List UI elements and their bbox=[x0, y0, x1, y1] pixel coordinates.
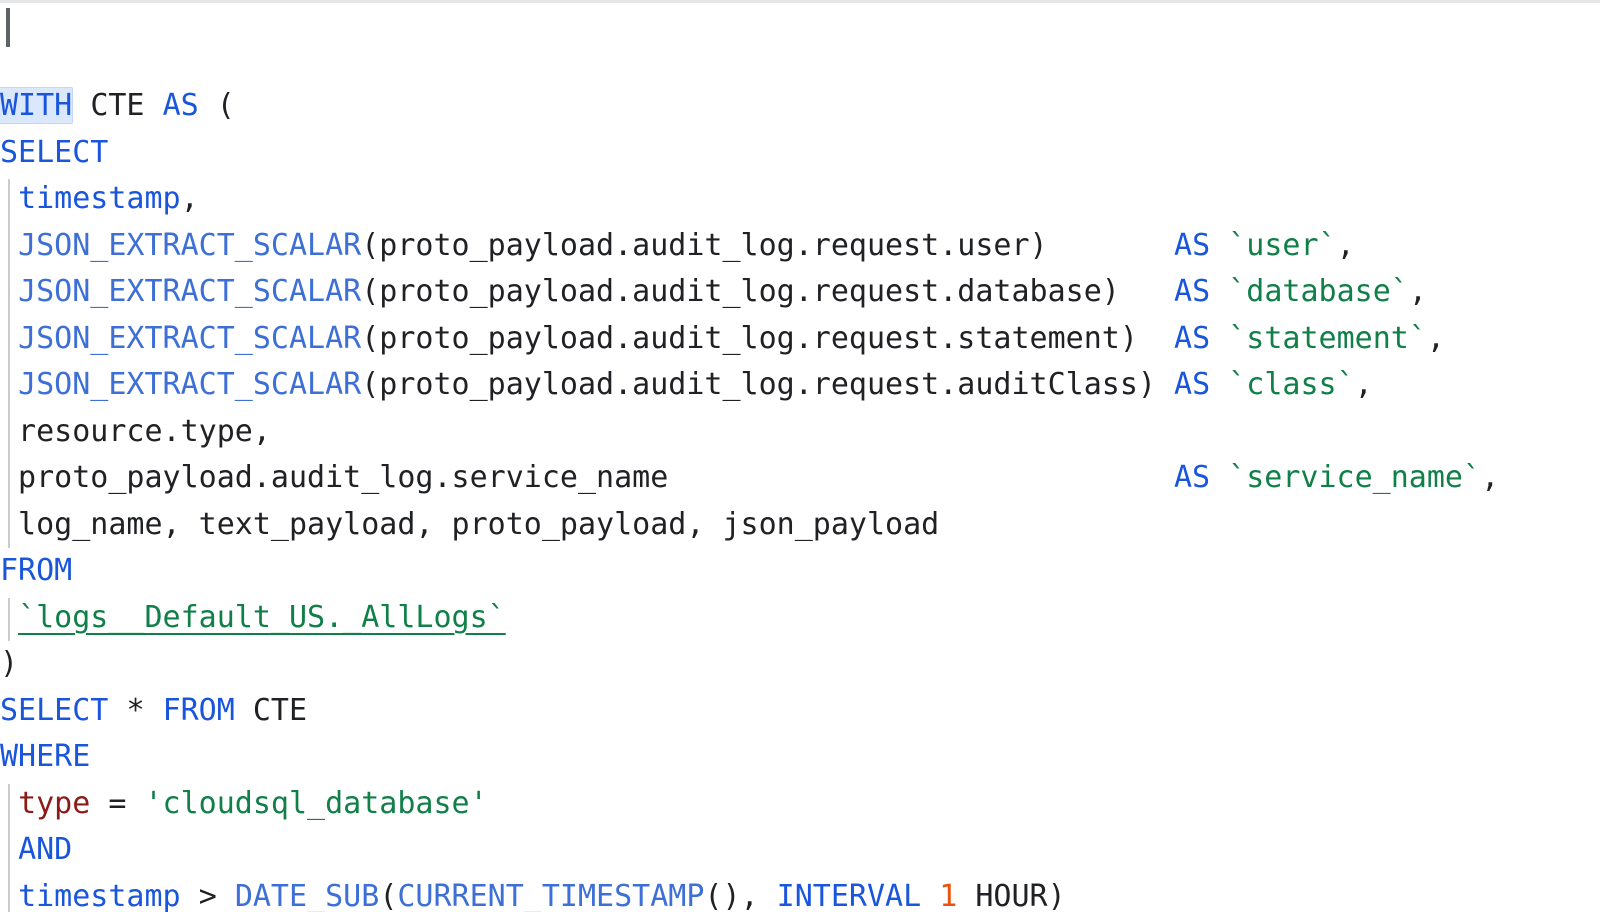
code-token: `statement` bbox=[1228, 320, 1427, 356]
code-token: proto_payload.audit_log.service_name bbox=[0, 460, 1174, 495]
code-line[interactable]: WHERE bbox=[0, 734, 1600, 781]
code-line[interactable]: SELECT bbox=[0, 130, 1600, 177]
code-line[interactable]: JSON_EXTRACT_SCALAR(proto_payload.audit_… bbox=[0, 269, 1600, 316]
code-token: JSON_EXTRACT_SCALAR bbox=[18, 367, 362, 402]
code-token: ( bbox=[379, 878, 398, 912]
code-token: JSON_EXTRACT_SCALAR bbox=[18, 274, 362, 309]
code-token: 1 bbox=[939, 878, 958, 912]
code-token: (proto_payload.audit_log.request.databas… bbox=[361, 274, 1175, 309]
code-token: JSON_EXTRACT_SCALAR bbox=[18, 227, 362, 263]
code-token: timestamp bbox=[18, 181, 181, 216]
code-token: `service_name` bbox=[1228, 460, 1482, 495]
code-line[interactable]: type = 'cloudsql_database' bbox=[0, 781, 1600, 828]
code-token: SELECT bbox=[0, 134, 109, 170]
code-line[interactable]: JSON_EXTRACT_SCALAR(proto_payload.audit_… bbox=[0, 362, 1600, 409]
code-token: > bbox=[198, 878, 217, 912]
code-token: = bbox=[90, 785, 145, 821]
code-token: WHERE bbox=[0, 739, 91, 774]
code-token: HOUR) bbox=[957, 878, 1066, 912]
code-token: CTE bbox=[252, 692, 308, 728]
code-token: FROM bbox=[0, 553, 73, 588]
code-token: AS bbox=[1174, 227, 1211, 263]
code-token: INTERVAL bbox=[776, 878, 922, 912]
code-token: type bbox=[18, 785, 91, 821]
code-token: JSON_EXTRACT_SCALAR bbox=[18, 320, 362, 356]
code-token: (proto_payload.audit_log.request.stateme… bbox=[361, 320, 1175, 356]
code-line[interactable]: resource.type, bbox=[0, 408, 1600, 456]
code-token: , bbox=[1481, 460, 1500, 495]
code-token: resource.type, bbox=[0, 413, 271, 449]
code-line[interactable]: SELECT * FROM CTE bbox=[0, 688, 1600, 735]
code-line[interactable]: proto_payload.audit_log.service_name AS … bbox=[0, 455, 1600, 502]
code-token: (proto_payload.audit_log.request.auditCl… bbox=[361, 367, 1175, 402]
code-token: `database` bbox=[1228, 274, 1409, 309]
code-token: AS bbox=[1174, 367, 1211, 402]
code-line[interactable]: AND bbox=[0, 827, 1600, 874]
code-line[interactable]: timestamp > DATE_SUB(CURRENT_TIMESTAMP()… bbox=[0, 873, 1600, 912]
code-token: AS bbox=[1174, 274, 1211, 309]
code-token: CURRENT_TIMESTAMP bbox=[397, 878, 705, 912]
text-caret bbox=[6, 8, 10, 47]
code-line[interactable]: JSON_EXTRACT_SCALAR(proto_payload.audit_… bbox=[0, 222, 1600, 270]
code-area[interactable]: WITH CTE AS ( SELECT timestamp, JSON_EXTR… bbox=[0, 3, 1600, 912]
code-token: timestamp bbox=[18, 878, 181, 912]
sql-query-editor[interactable]: WITH CTE AS ( SELECT timestamp, JSON_EXTR… bbox=[0, 0, 1600, 912]
code-line[interactable]: WITH CTE AS ( bbox=[0, 83, 1600, 130]
code-token: FROM bbox=[162, 692, 235, 728]
code-token: AND bbox=[18, 832, 73, 867]
code-token: AS bbox=[1174, 320, 1211, 356]
code-token: AS bbox=[162, 88, 199, 123]
code-token: ( bbox=[216, 88, 235, 123]
code-token: , bbox=[180, 181, 199, 216]
code-line[interactable]: JSON_EXTRACT_SCALAR(proto_payload.audit_… bbox=[0, 315, 1600, 363]
code-token: , bbox=[1354, 367, 1373, 402]
code-token: 'cloudsql_database' bbox=[144, 785, 488, 821]
code-token: SELECT bbox=[0, 692, 109, 728]
selected-token: WITH bbox=[0, 88, 73, 123]
code-token: ) bbox=[0, 646, 19, 681]
code-token: , bbox=[1408, 274, 1427, 309]
code-token: , bbox=[1336, 227, 1355, 263]
code-token: DATE_SUB bbox=[234, 878, 380, 912]
code-line[interactable]: ) bbox=[0, 641, 1600, 688]
code-token: `logs__Default_US._AllLogs` bbox=[18, 599, 506, 635]
code-line[interactable]: timestamp, bbox=[0, 176, 1600, 223]
code-token: `user` bbox=[1228, 227, 1337, 263]
code-token: `class` bbox=[1228, 367, 1355, 402]
code-line[interactable]: log_name, text_payload, proto_payload, j… bbox=[0, 501, 1600, 549]
code-token: AS bbox=[1174, 460, 1211, 495]
code-line[interactable]: FROM bbox=[0, 548, 1600, 595]
code-token: , bbox=[1426, 320, 1445, 356]
code-token: log_name, text_payload, proto_payload, j… bbox=[0, 506, 940, 542]
code-token: (proto_payload.audit_log.request.user) bbox=[361, 227, 1175, 263]
code-token: * bbox=[126, 692, 145, 728]
code-line[interactable]: `logs__Default_US._AllLogs` bbox=[0, 595, 1600, 642]
code-token: CTE bbox=[90, 88, 145, 123]
code-token: (), bbox=[704, 878, 777, 912]
